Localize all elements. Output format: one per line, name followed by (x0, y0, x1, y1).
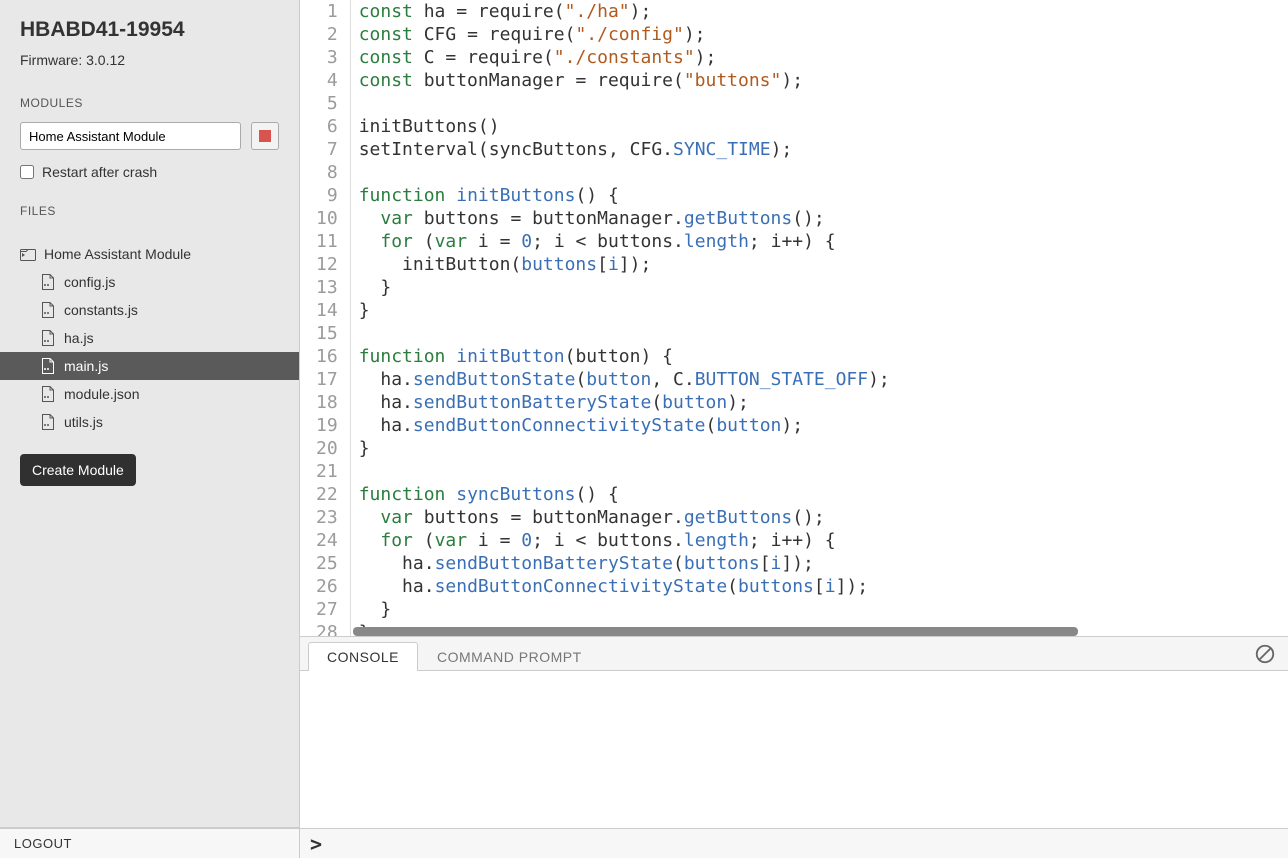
firmware-version: Firmware: 3.0.12 (20, 52, 279, 68)
folder-label: Home Assistant Module (44, 246, 191, 262)
console-prompt[interactable]: > (300, 832, 322, 856)
clear-console-button[interactable] (1254, 643, 1276, 665)
file-label: config.js (64, 274, 115, 290)
create-module-button[interactable]: Create Module (20, 454, 136, 486)
file-item[interactable]: module.json (0, 380, 299, 408)
restart-checkbox[interactable] (20, 165, 34, 179)
file-icon (40, 274, 56, 290)
scrollbar-thumb[interactable] (353, 627, 1078, 636)
editor-area: 1234567891011121314151617181920212223242… (300, 0, 1288, 828)
file-label: utils.js (64, 414, 103, 430)
console-output (300, 671, 1288, 828)
file-item[interactable]: config.js (0, 268, 299, 296)
stop-icon (259, 130, 271, 142)
file-icon (40, 414, 56, 430)
device-name: HBABD41-19954 (20, 18, 279, 42)
bottom-panel: CONSOLE COMMAND PROMPT (300, 636, 1288, 828)
file-tree: Home Assistant Module config.js constant… (0, 236, 299, 440)
file-item[interactable]: main.js (0, 352, 299, 380)
console-tabs: CONSOLE COMMAND PROMPT (300, 637, 1288, 671)
file-icon (40, 386, 56, 402)
file-label: ha.js (64, 330, 94, 346)
folder-item[interactable]: Home Assistant Module (0, 240, 299, 268)
file-item[interactable]: utils.js (0, 408, 299, 436)
file-icon (40, 302, 56, 318)
code-content[interactable]: const ha = require("./ha");const CFG = r… (351, 0, 1288, 636)
logout-button[interactable]: LOGOUT (0, 829, 300, 858)
code-editor[interactable]: 1234567891011121314151617181920212223242… (300, 0, 1288, 636)
module-name-input[interactable] (20, 122, 241, 150)
sidebar: HBABD41-19954 Firmware: 3.0.12 MODULES R… (0, 0, 300, 828)
tab-console[interactable]: CONSOLE (308, 642, 418, 671)
restart-checkbox-row[interactable]: Restart after crash (20, 164, 279, 180)
file-item[interactable]: ha.js (0, 324, 299, 352)
file-label: constants.js (64, 302, 138, 318)
footer: LOGOUT > (0, 828, 1288, 858)
horizontal-scrollbar[interactable] (353, 627, 1282, 636)
files-heading: FILES (20, 204, 279, 218)
file-item[interactable]: constants.js (0, 296, 299, 324)
file-label: main.js (64, 358, 108, 374)
line-gutter: 1234567891011121314151617181920212223242… (300, 0, 351, 636)
folder-icon (20, 246, 36, 262)
file-icon (40, 358, 56, 374)
tab-command-prompt[interactable]: COMMAND PROMPT (418, 642, 601, 671)
stop-button[interactable] (251, 122, 279, 150)
modules-heading: MODULES (20, 96, 279, 110)
file-label: module.json (64, 386, 140, 402)
restart-label: Restart after crash (42, 164, 157, 180)
file-icon (40, 330, 56, 346)
